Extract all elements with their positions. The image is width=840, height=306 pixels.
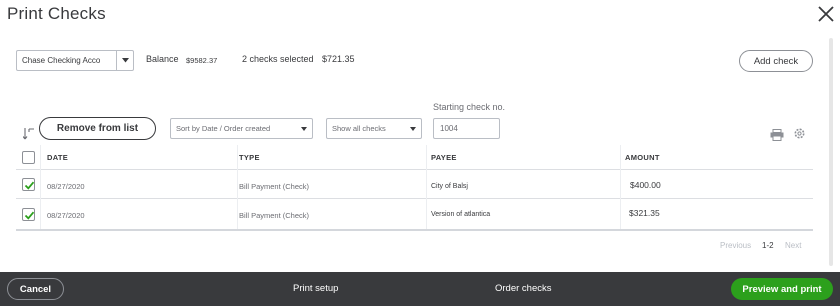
checkmark-icon [24,211,35,220]
checks-selected-amount: $721.35 [322,54,355,64]
checks-table: DATE TYPE PAYEE AMOUNT 08/27/2020 Bill P… [16,145,813,231]
pager-range: 1-2 [762,241,774,250]
chevron-down-icon[interactable] [116,51,133,70]
chevron-down-icon [301,127,307,131]
row-amount: $400.00 [630,180,661,190]
gear-icon[interactable] [793,127,806,140]
table-bottom-border [16,229,813,231]
dialog-title: Print Checks [7,4,106,23]
remove-from-list-button[interactable]: Remove from list [39,117,156,140]
scrollbar-thumb[interactable] [829,38,833,266]
chevron-down-icon [410,127,416,131]
row-date: 08/27/2020 [47,182,85,191]
pager-previous[interactable]: Previous [720,241,751,250]
balance-label: Balance [146,54,179,64]
row-date: 08/27/2020 [47,211,85,220]
column-header-amount[interactable]: AMOUNT [625,153,660,162]
select-all-checkbox[interactable] [22,151,35,164]
sort-select[interactable]: Sort by Date / Order created [170,118,313,139]
row-type: Bill Payment (Check) [239,182,310,191]
row-payee: Version of atlantica [431,211,491,218]
close-icon[interactable] [815,3,837,25]
column-divider [620,145,621,231]
starting-check-label: Starting check no. [433,102,506,112]
column-divider [237,145,238,231]
balance-value: $9582.37 [186,56,218,65]
show-checks-value: Show all checks [332,124,386,133]
bank-account-select[interactable]: Chase Checking Acco [16,50,134,71]
row-amount: $321.35 [629,208,660,218]
preview-and-print-button[interactable]: Preview and print [731,278,833,300]
scrollbar[interactable] [828,38,834,272]
checkmark-icon [24,181,35,190]
row-payee: City of Balsj [431,183,468,190]
add-check-button[interactable]: Add check [739,50,813,72]
starting-check-input[interactable]: 1004 [433,118,500,139]
bank-account-value: Chase Checking Acco [22,56,101,65]
show-checks-select[interactable]: Show all checks [326,118,422,139]
checks-selected-text: 2 checks selected [242,54,314,64]
column-header-date[interactable]: DATE [47,153,68,162]
row-divider [16,198,813,199]
print-icon[interactable] [770,128,784,141]
order-checks-link[interactable]: Order checks [495,283,552,294]
print-setup-link[interactable]: Print setup [293,283,338,294]
pager-next[interactable]: Next [785,241,801,250]
sort-select-value: Sort by Date / Order created [176,124,271,133]
row-checkbox[interactable] [22,208,35,221]
column-divider [40,145,41,231]
row-checkbox[interactable] [22,178,35,191]
cancel-button[interactable]: Cancel [7,278,64,300]
header-divider [16,169,813,170]
column-header-type[interactable]: TYPE [239,153,260,162]
sort-icon[interactable] [22,127,35,141]
column-header-payee[interactable]: PAYEE [431,153,457,162]
column-divider [426,145,427,231]
row-type: Bill Payment (Check) [239,211,310,220]
footer-bar: Cancel Print setup Order checks Preview … [0,272,840,306]
